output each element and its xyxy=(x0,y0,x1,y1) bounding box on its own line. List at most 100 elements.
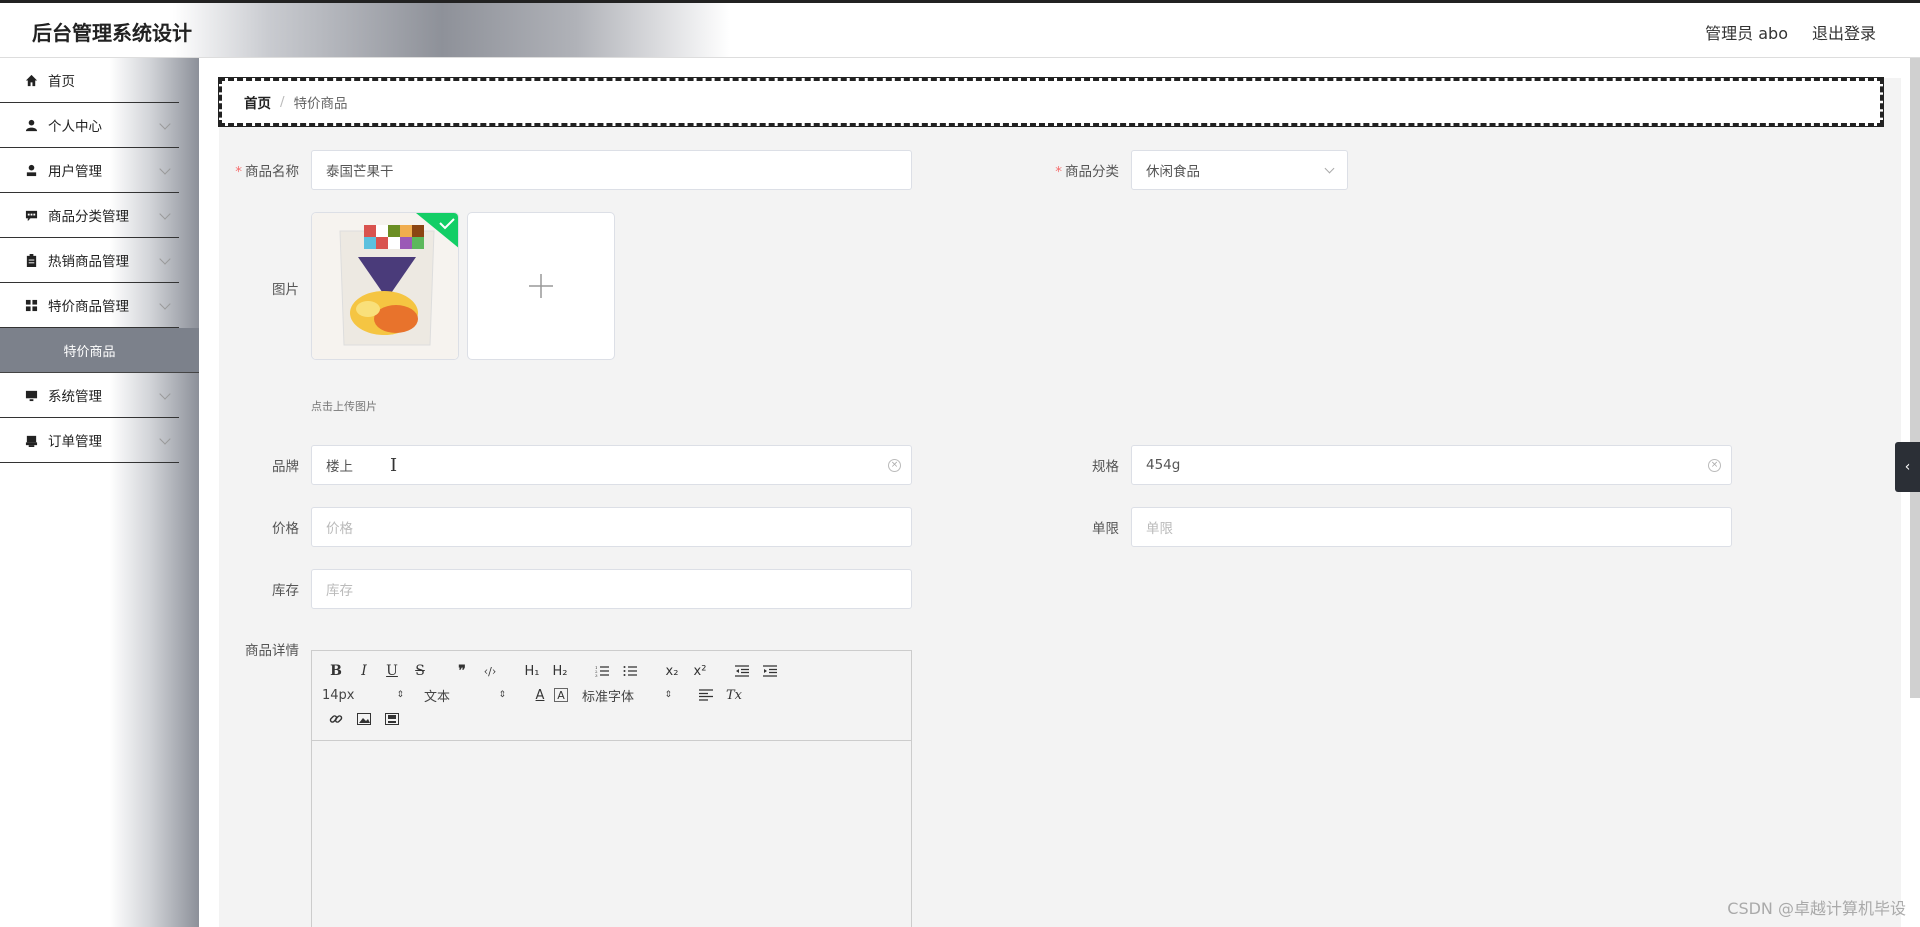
sidebar-item-label: 用户管理 xyxy=(48,164,102,180)
brand-input[interactable]: 楼上 I × xyxy=(311,445,912,485)
clear-icon[interactable]: × xyxy=(888,459,901,472)
svg-text:3: 3 xyxy=(595,673,598,677)
goods-category-select[interactable]: 休闲食品 xyxy=(1131,150,1348,190)
editor-content-area[interactable] xyxy=(312,741,911,927)
watermark: CSDN @卓越计算机毕设 xyxy=(1727,899,1906,918)
clear-icon[interactable]: × xyxy=(1708,459,1721,472)
sidebar-item-label: 订单管理 xyxy=(48,434,102,450)
video-icon[interactable] xyxy=(378,708,406,730)
breadcrumb-current: 特价商品 xyxy=(293,96,348,112)
header-user-area: 管理员 abo 退出登录 xyxy=(1705,20,1876,44)
chevron-down-icon xyxy=(1324,163,1335,174)
sidebar-item-special[interactable]: 特价商品管理 xyxy=(0,283,179,328)
price-input[interactable]: 价格 xyxy=(311,507,912,547)
code-icon[interactable]: ‹/› xyxy=(476,660,504,682)
select-arrows-icon: ⇕ xyxy=(498,690,506,700)
goods-name-input[interactable]: 泰国芒果干 xyxy=(311,150,912,190)
indent-icon[interactable] xyxy=(756,660,784,682)
subscript-button[interactable]: x₂ xyxy=(658,660,686,682)
chevron-down-icon xyxy=(159,208,171,220)
sidebar-item-home[interactable]: 首页 xyxy=(0,58,179,103)
italic-button[interactable]: I xyxy=(350,660,378,682)
sidebar-item-label: 个人中心 xyxy=(48,119,102,135)
clipboard-icon xyxy=(24,253,38,267)
required-mark: * xyxy=(235,164,242,180)
app-title: 后台管理系统设计 xyxy=(32,21,192,45)
stock-label: 库存 xyxy=(272,583,299,599)
sidebar-item-label: 首页 xyxy=(48,74,75,90)
main-area: 首页 / 特价商品 * 商品名称 泰国芒果干 * 商品分类 休闲食品 图片 点击… xyxy=(199,58,1920,927)
uploaded-image-thumbnail[interactable] xyxy=(311,212,459,360)
product-image xyxy=(312,213,458,359)
spec-input[interactable]: 454g × xyxy=(1131,445,1732,485)
ordered-list-icon[interactable]: 123 xyxy=(588,660,616,682)
chevron-down-icon xyxy=(159,298,171,310)
block-format-value: 文本 xyxy=(424,689,451,705)
sidebar-subitem-special-goods[interactable]: 特价商品 xyxy=(0,328,199,373)
admin-user-label[interactable]: 管理员 abo xyxy=(1705,20,1788,44)
align-icon[interactable] xyxy=(692,684,720,706)
text-cursor-icon: I xyxy=(390,455,398,476)
sidebar-item-category[interactable]: 商品分类管理 xyxy=(0,193,179,238)
block-format-select[interactable]: 文本 ⇕ xyxy=(424,686,506,705)
upload-add-button[interactable] xyxy=(467,212,615,360)
sidebar-item-label: 特价商品管理 xyxy=(48,299,129,315)
sidebar-item-hot[interactable]: 热销商品管理 xyxy=(0,238,179,283)
underline-button[interactable]: U xyxy=(378,660,406,682)
sidebar: 首页 个人中心 用户管理 商品分类管理 热销商品管理 特价商品管理 特价商品 系… xyxy=(0,58,199,927)
font-color-icon[interactable]: A xyxy=(526,684,554,706)
goods-name-label: * 商品名称 xyxy=(219,160,299,180)
chevron-down-icon xyxy=(159,433,171,445)
heading1-button[interactable]: H₁ xyxy=(518,660,546,682)
home-icon xyxy=(24,73,38,87)
brand-value: 楼上 xyxy=(326,459,353,475)
form-container: 首页 / 特价商品 * 商品名称 泰国芒果干 * 商品分类 休闲食品 图片 点击… xyxy=(218,77,1901,927)
printer-icon xyxy=(24,433,38,447)
font-family-select[interactable]: 标准字体 ⇕ xyxy=(582,686,672,705)
chevron-down-icon xyxy=(159,253,171,265)
side-panel-toggle[interactable]: ‹ xyxy=(1895,442,1920,492)
superscript-button[interactable]: x² xyxy=(686,660,714,682)
sidebar-item-label: 热销商品管理 xyxy=(48,254,129,270)
sidebar-item-label: 商品分类管理 xyxy=(48,209,129,225)
limit-input[interactable]: 单限 xyxy=(1131,507,1732,547)
quote-icon[interactable]: ❞ xyxy=(448,660,476,682)
sidebar-item-users[interactable]: 用户管理 xyxy=(0,148,179,193)
sidebar-item-system[interactable]: 系统管理 xyxy=(0,373,179,418)
bold-button[interactable]: B xyxy=(322,660,350,682)
font-family-value: 标准字体 xyxy=(582,689,635,705)
background-color-icon[interactable]: A xyxy=(554,688,568,702)
goods-category-label-text: 商品分类 xyxy=(1065,164,1119,180)
font-size-select[interactable]: 14px ⇕ xyxy=(322,688,404,703)
select-arrows-icon: ⇕ xyxy=(664,690,672,700)
breadcrumb-home[interactable]: 首页 xyxy=(244,92,271,112)
heading2-button[interactable]: H₂ xyxy=(546,660,574,682)
user-icon xyxy=(24,118,38,132)
breadcrumb-separator: / xyxy=(280,94,285,110)
outdent-icon[interactable] xyxy=(728,660,756,682)
select-arrows-icon: ⇕ xyxy=(396,690,404,700)
strike-button[interactable]: S xyxy=(406,660,434,682)
chevron-left-icon: ‹ xyxy=(1904,459,1911,475)
chevron-down-icon xyxy=(159,118,171,130)
price-label: 价格 xyxy=(272,521,299,537)
image-icon[interactable] xyxy=(350,708,378,730)
link-icon[interactable] xyxy=(322,708,350,730)
goods-name-label-text: 商品名称 xyxy=(245,164,299,180)
grid-icon xyxy=(24,298,38,312)
stock-input[interactable]: 库存 xyxy=(311,569,912,609)
upload-tip: 点击上传图片 xyxy=(311,400,377,413)
font-size-value: 14px xyxy=(322,687,355,703)
page-scrollbar[interactable] xyxy=(1910,58,1920,698)
sidebar-item-profile[interactable]: 个人中心 xyxy=(0,103,179,148)
clear-format-icon[interactable]: Tx xyxy=(720,684,748,706)
bullet-list-icon[interactable] xyxy=(616,660,644,682)
required-mark: * xyxy=(1055,164,1062,180)
category-selected-value: 休闲食品 xyxy=(1146,164,1200,180)
logout-button[interactable]: 退出登录 xyxy=(1812,20,1876,44)
spec-label: 规格 xyxy=(1092,459,1119,475)
sidebar-item-orders[interactable]: 订单管理 xyxy=(0,418,179,463)
plus-icon xyxy=(529,274,553,298)
chat-icon xyxy=(24,208,38,222)
chevron-down-icon xyxy=(159,388,171,400)
